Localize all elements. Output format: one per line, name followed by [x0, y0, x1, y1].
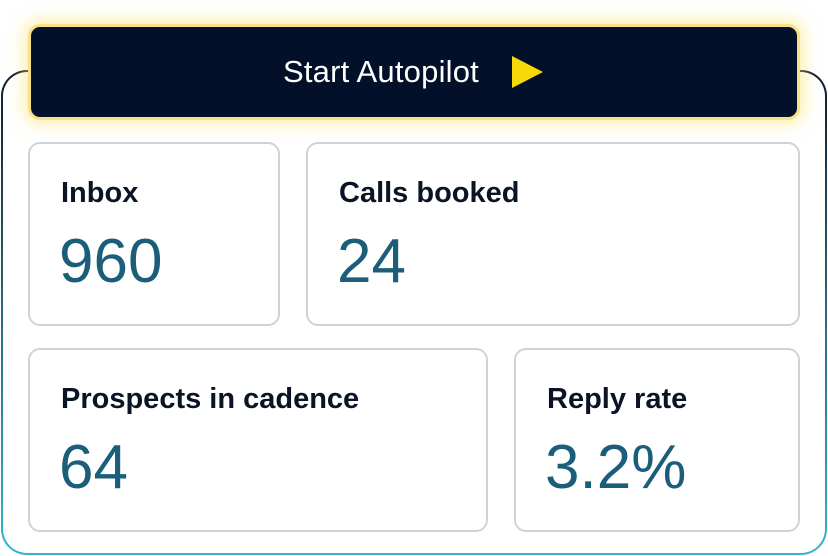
stat-value-calls-booked: 24 — [337, 227, 406, 296]
stat-card-reply-rate: Reply rate 3.2% — [514, 348, 800, 532]
stat-label-reply-rate: Reply rate — [547, 383, 688, 415]
stat-label-prospects-in-cadence: Prospects in cadence — [61, 383, 360, 415]
start-autopilot-label: Start Autopilot — [282, 54, 479, 89]
stat-value-reply-rate: 3.2% — [545, 433, 687, 502]
stat-card-inbox: Inbox 960 — [28, 142, 280, 326]
start-autopilot-button[interactable]: Start Autopilot — [28, 24, 800, 120]
autopilot-widget: Start Autopilot Inbox 960 Calls booked 2… — [0, 0, 828, 556]
stat-value-prospects-in-cadence: 64 — [59, 433, 128, 502]
stat-card-calls-booked: Calls booked 24 — [306, 142, 800, 326]
stat-label-calls-booked: Calls booked — [339, 177, 520, 209]
stat-label-inbox: Inbox — [61, 177, 139, 209]
stat-card-prospects-in-cadence: Prospects in cadence 64 — [28, 348, 488, 532]
stat-value-inbox: 960 — [59, 227, 163, 296]
play-icon — [509, 54, 545, 90]
